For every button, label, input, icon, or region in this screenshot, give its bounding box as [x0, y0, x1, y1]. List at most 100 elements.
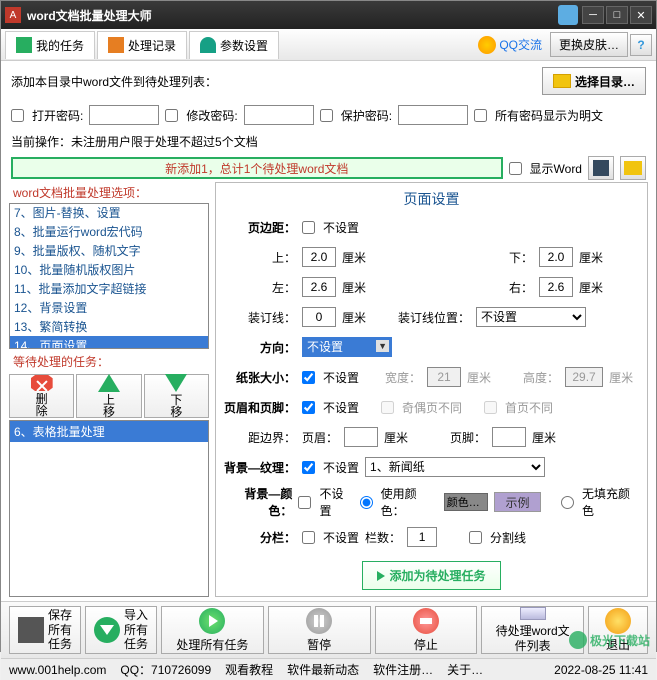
- pending-listbox[interactable]: 6、表格批量处理: [9, 420, 209, 597]
- delete-button[interactable]: 删 除: [9, 374, 74, 418]
- paper-noset-check[interactable]: [302, 371, 315, 384]
- tab-settings[interactable]: 参数设置: [189, 31, 279, 59]
- option-item[interactable]: 12、背景设置: [10, 298, 208, 317]
- protect-pwd-check[interactable]: [320, 109, 333, 122]
- process-all-button[interactable]: 处理所有任务: [161, 606, 264, 654]
- save-all-label: 保存 所有 任务: [48, 608, 72, 651]
- tab-history[interactable]: 处理记录: [97, 31, 187, 59]
- width-label: 宽度：: [385, 369, 421, 386]
- pending-item[interactable]: 6、表格批量处理: [10, 421, 208, 442]
- modify-pwd-check[interactable]: [165, 109, 178, 122]
- bgcolor-noset-check[interactable]: [298, 496, 311, 509]
- width-input: [427, 367, 461, 387]
- right-label: 右：: [509, 279, 533, 296]
- margin-noset-check[interactable]: [302, 221, 315, 234]
- floppy-icon: [18, 617, 44, 643]
- left-input[interactable]: [302, 277, 336, 297]
- window-title: word文档批量处理大师: [27, 7, 558, 24]
- hf-noset-check[interactable]: [302, 401, 315, 414]
- open-icon-button[interactable]: [620, 156, 646, 180]
- move-up-button[interactable]: 上 移: [76, 374, 141, 418]
- color-button[interactable]: 颜色…: [444, 493, 488, 511]
- texture-select[interactable]: 1、新闻纸: [365, 457, 545, 477]
- help-button[interactable]: ?: [630, 34, 652, 56]
- columns-noset-check[interactable]: [302, 531, 315, 544]
- tab-my-tasks[interactable]: 我的任务: [5, 31, 95, 59]
- status-tutorial[interactable]: 观看教程: [225, 661, 273, 678]
- unit: 厘米: [342, 249, 366, 266]
- colcount-input[interactable]: [407, 527, 437, 547]
- option-item[interactable]: 14、页面设置: [10, 336, 208, 349]
- option-item[interactable]: 13、繁简转换: [10, 317, 208, 336]
- status-qq[interactable]: QQ：710726099: [120, 661, 211, 678]
- maximize-button[interactable]: □: [606, 6, 628, 24]
- save-icon-button[interactable]: [588, 156, 614, 180]
- pending-button-row: 删 除 上 移 下 移: [9, 372, 209, 420]
- skin-button[interactable]: 更换皮肤…: [550, 32, 628, 57]
- exit-icon: [605, 608, 631, 634]
- modify-pwd-input[interactable]: [244, 105, 314, 125]
- minimize-button[interactable]: ─: [582, 6, 604, 24]
- gutter-label: 装订线：: [224, 309, 296, 326]
- choose-folder-button[interactable]: 选择目录…: [542, 67, 646, 95]
- add-folder-label: 添加本目录中word文件到待处理列表：: [11, 73, 217, 90]
- gutter-input[interactable]: [302, 307, 336, 327]
- folder-icon: [553, 74, 571, 88]
- bottom-toolbar: 保存 所有 任务 导入 所有 任务 处理所有任务 暂停 停止 待处理word文 …: [1, 601, 656, 658]
- move-down-button[interactable]: 下 移: [144, 374, 209, 418]
- open-pwd-input[interactable]: [89, 105, 159, 125]
- add-task-button[interactable]: 添加为待处理任务: [362, 561, 500, 590]
- status-url[interactable]: www.001help.com: [9, 663, 106, 677]
- stop-icon: [413, 608, 439, 634]
- usecolor-radio[interactable]: [360, 496, 373, 509]
- close-button[interactable]: ✕: [630, 6, 652, 24]
- color-sample: 示例: [494, 492, 542, 512]
- process-all-label: 处理所有任务: [176, 638, 248, 652]
- tshirt-icon[interactable]: [558, 5, 578, 25]
- footer-input[interactable]: [492, 427, 526, 447]
- plain-pwd-label: 所有密码显示为明文: [495, 107, 603, 124]
- pause-button[interactable]: 暂停: [268, 606, 371, 654]
- orient-select[interactable]: 不设置: [302, 337, 392, 357]
- bottom-input[interactable]: [539, 247, 573, 267]
- unit: 厘米: [342, 309, 366, 326]
- option-item[interactable]: 7、图片-替换、设置: [10, 203, 208, 222]
- stop-button[interactable]: 停止: [375, 606, 478, 654]
- plain-pwd-check[interactable]: [474, 109, 487, 122]
- save-all-button[interactable]: 保存 所有 任务: [9, 606, 81, 654]
- delete-label: 删 除: [36, 393, 48, 417]
- options-listbox[interactable]: 6、表格批量处理7、图片-替换、设置8、批量运行word宏代码9、批量版权、随机…: [9, 203, 209, 349]
- header-input[interactable]: [344, 427, 378, 447]
- texture-noset-check[interactable]: [302, 461, 315, 474]
- option-item[interactable]: 10、批量随机版权图片: [10, 260, 208, 279]
- margin-noset-label: 不设置: [323, 219, 359, 236]
- unit: 厘米: [467, 369, 491, 386]
- nofill-radio[interactable]: [561, 496, 574, 509]
- divider-check[interactable]: [469, 531, 482, 544]
- option-item[interactable]: 8、批量运行word宏代码: [10, 222, 208, 241]
- status-news[interactable]: 软件最新动态: [287, 661, 359, 678]
- top-input[interactable]: [302, 247, 336, 267]
- import-all-button[interactable]: 导入 所有 任务: [85, 606, 157, 654]
- play-icon: [199, 608, 225, 634]
- titlebar: A word文档批量处理大师 ─ □ ✕: [1, 1, 656, 29]
- option-item[interactable]: 11、批量添加文字超链接: [10, 279, 208, 298]
- status-register[interactable]: 软件注册…: [373, 661, 433, 678]
- up-arrow-icon: [98, 374, 120, 392]
- choose-folder-label: 选择目录…: [575, 73, 635, 90]
- right-input[interactable]: [539, 277, 573, 297]
- status-about[interactable]: 关于…: [447, 661, 483, 678]
- firstpage-check: [484, 401, 497, 414]
- open-pwd-label: 打开密码:: [32, 107, 83, 124]
- option-item[interactable]: 9、批量版权、随机文字: [10, 241, 208, 260]
- open-pwd-check[interactable]: [11, 109, 24, 122]
- qq-link[interactable]: QQ交流: [478, 36, 542, 54]
- show-word-label: 显示Word: [530, 160, 582, 177]
- down-label: 下 移: [170, 394, 182, 418]
- protect-pwd-input[interactable]: [398, 105, 468, 125]
- gutter-pos-select[interactable]: 不设置: [476, 307, 586, 327]
- show-word-check[interactable]: [509, 162, 522, 175]
- watermark-icon: [569, 631, 587, 649]
- fromedge-label: 距边界：: [224, 429, 296, 446]
- unit: 厘米: [532, 429, 556, 446]
